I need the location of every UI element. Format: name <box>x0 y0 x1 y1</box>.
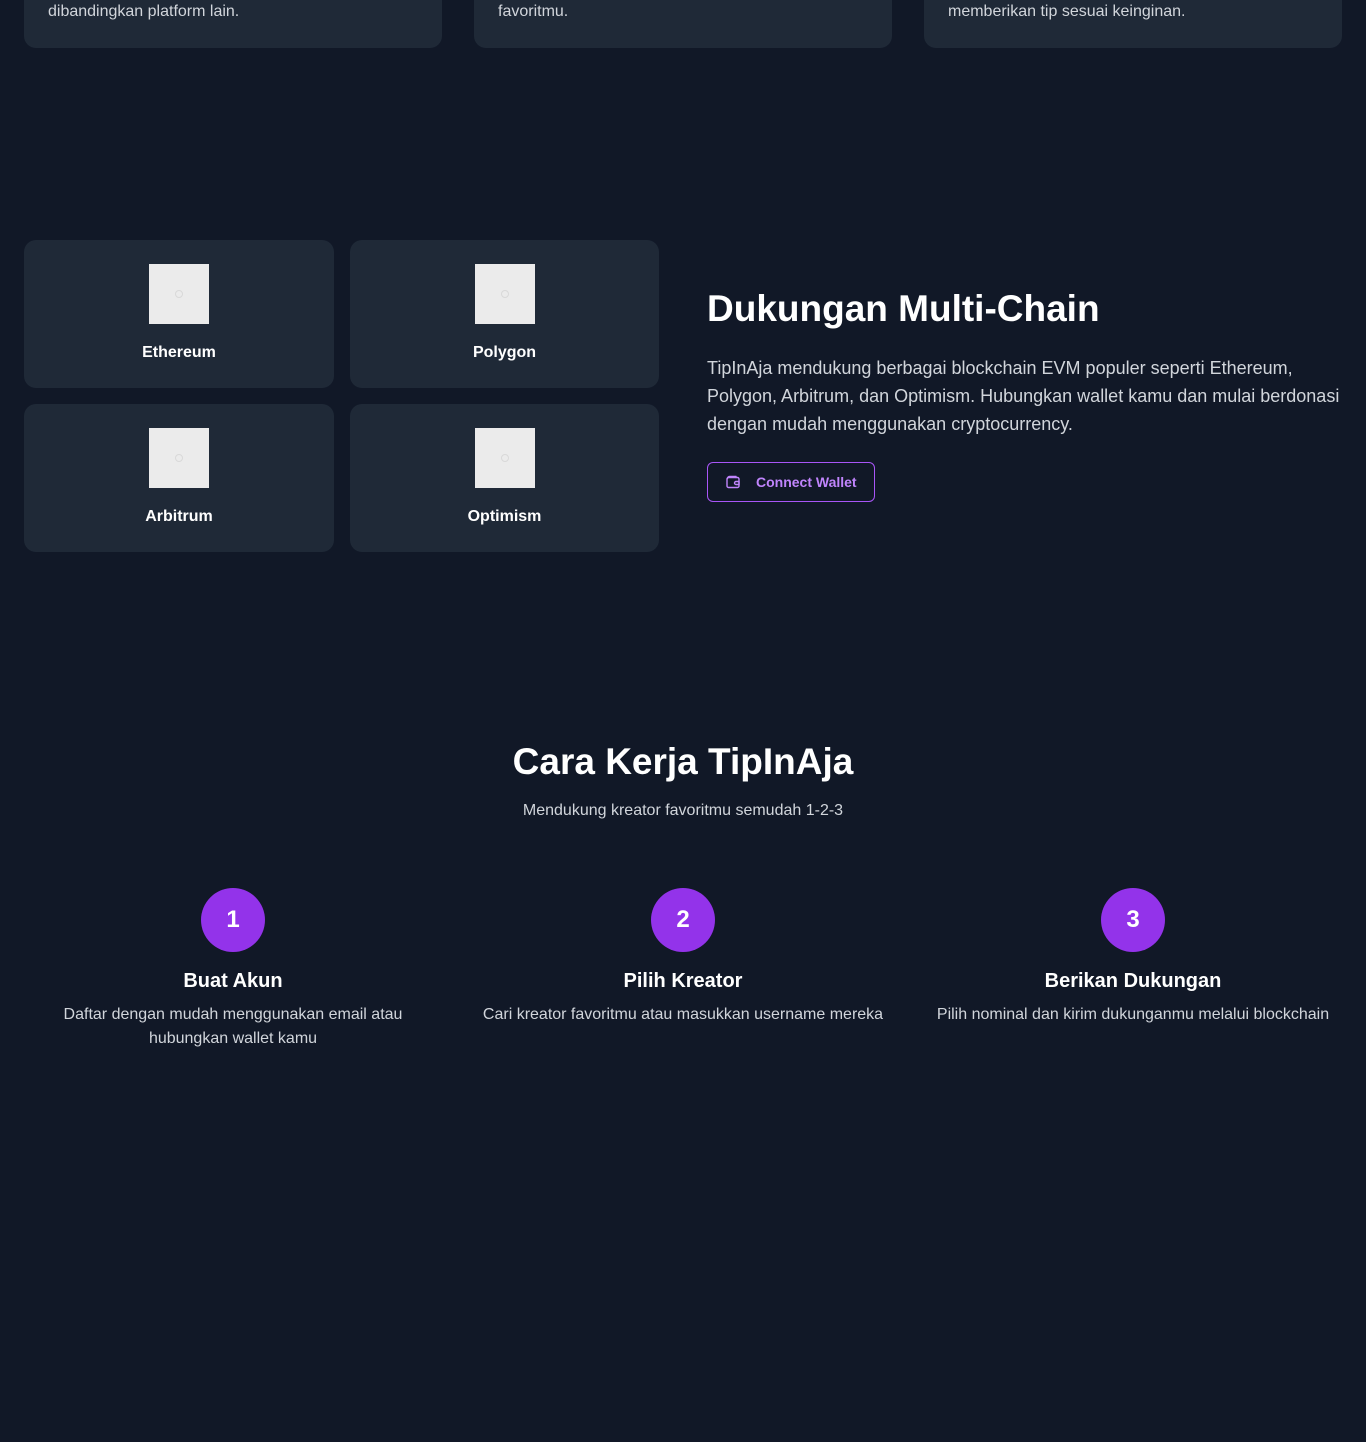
polygon-logo-icon <box>474 264 535 324</box>
chain-name: Polygon <box>472 344 537 361</box>
chain-card-ethereum: Ethereum <box>24 240 334 388</box>
step-item: 1 Buat Akun Daftar dengan mudah mengguna… <box>24 888 442 1051</box>
feature-card: dibandingkan platform lain. <box>24 0 442 48</box>
step-title: Buat Akun <box>183 970 283 992</box>
step-title: Berikan Dukungan <box>1044 970 1222 992</box>
feature-card: favoritmu. <box>474 0 892 48</box>
wallet-icon <box>725 474 741 490</box>
step-item: 2 Pilih Kreator Cari kreator favoritmu a… <box>474 888 892 1051</box>
feature-card-text: memberikan tip sesuai keinginan. <box>948 3 1186 20</box>
chain-card-optimism: Optimism <box>350 404 659 552</box>
step-description: Cari kreator favoritmu atau masukkan use… <box>482 1006 884 1023</box>
step-description: Daftar dengan mudah menggunakan email at… <box>63 1006 403 1047</box>
optimism-logo-icon <box>474 428 535 488</box>
chain-name: Arbitrum <box>145 508 213 525</box>
feature-card: memberikan tip sesuai keinginan. <box>924 0 1342 48</box>
chain-name: Ethereum <box>142 344 216 361</box>
arbitrum-logo-icon <box>149 428 209 488</box>
connect-wallet-button[interactable]: Connect Wallet <box>707 462 875 502</box>
step-title: Pilih Kreator <box>623 970 743 992</box>
multichain-title: Dukungan Multi-Chain <box>707 288 1100 329</box>
how-it-works-subtitle: Mendukung kreator favoritmu semudah 1-2-… <box>522 802 844 819</box>
chain-name: Optimism <box>467 508 542 525</box>
step-number-badge: 2 <box>651 888 715 952</box>
feature-card-text: favoritmu. <box>498 3 569 20</box>
how-it-works-title: Cara Kerja TipInAja <box>512 741 854 782</box>
multichain-description: TipInAja mendukung berbagai blockchain E… <box>707 358 1340 434</box>
feature-card-text: dibandingkan platform lain. <box>48 3 240 20</box>
chain-grid: Ethereum Polygon Arbitrum Optimism <box>24 240 659 552</box>
chain-card-arbitrum: Arbitrum <box>24 404 334 552</box>
ethereum-logo-icon <box>149 264 209 324</box>
step-description: Pilih nominal dan kirim dukunganmu melal… <box>936 1006 1330 1023</box>
chain-card-polygon: Polygon <box>350 240 659 388</box>
feature-cards: dibandingkan platform lain. favoritmu. m… <box>24 0 1342 48</box>
step-number-badge: 1 <box>201 888 265 952</box>
step-item: 3 Berikan Dukungan Pilih nominal dan kir… <box>924 888 1342 1051</box>
steps-list: 1 Buat Akun Daftar dengan mudah mengguna… <box>24 888 1342 1051</box>
connect-wallet-label: Connect Wallet <box>756 474 857 490</box>
step-number-badge: 3 <box>1101 888 1165 952</box>
